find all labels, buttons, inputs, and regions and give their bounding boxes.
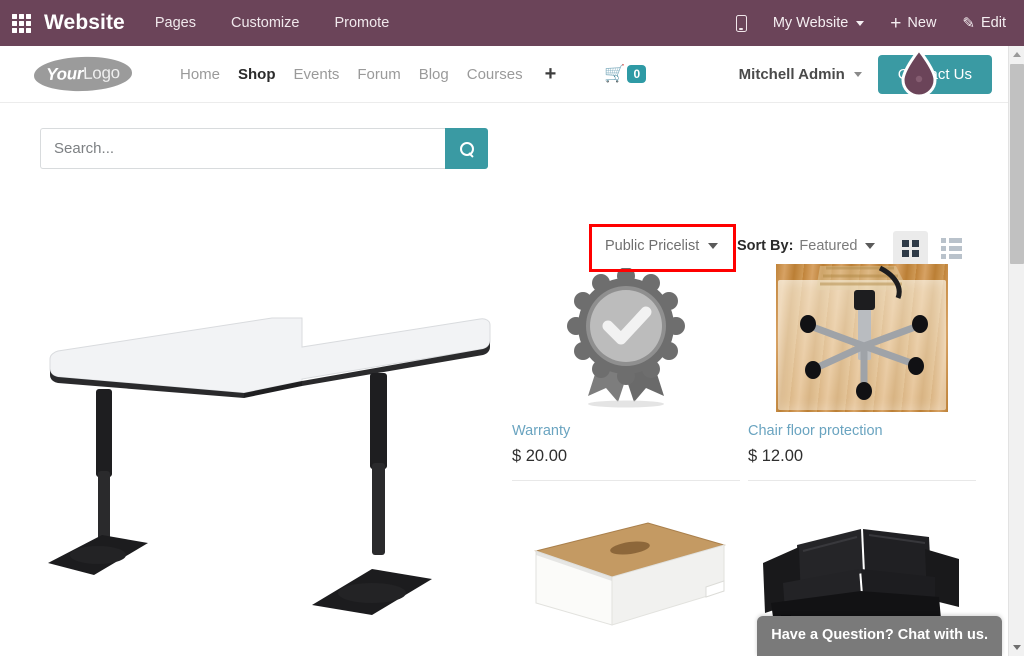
product-image-cable-management-box (512, 499, 740, 649)
pencil-icon: ✎ (962, 15, 975, 32)
magnifier-icon (460, 142, 474, 156)
shop-page-content: Public Pricelist Sort By: Featured (0, 103, 1008, 656)
odoo-top-bar: Website Pages Customize Promote My Websi… (0, 0, 1024, 46)
logo-text-light: Logo (82, 63, 120, 83)
my-website-dropdown[interactable]: My Website (772, 15, 865, 31)
nav-item-home[interactable]: Home (180, 66, 220, 83)
user-name-label: Mitchell Admin (738, 65, 845, 83)
odoo-right-actions: My Website + New ✎ Edit (735, 14, 1024, 33)
view-mode-toggles (893, 231, 969, 266)
website-header: YourLogo Home Shop Events Forum Blog Cou… (0, 46, 1008, 103)
scroll-down-arrow-icon[interactable] (1009, 639, 1024, 656)
product-image-chair-floor-protection (748, 263, 976, 413)
header-divider (0, 102, 1008, 103)
nav-item-blog[interactable]: Blog (419, 66, 449, 83)
product-card[interactable]: Warranty $ 20.00 (512, 263, 740, 482)
chevron-down-icon (853, 71, 862, 77)
search-submit-button[interactable] (445, 128, 488, 169)
edit-button[interactable]: ✎ Edit (962, 14, 1006, 32)
mobile-phone-icon (735, 14, 747, 32)
contact-us-button[interactable]: Contact Us (877, 54, 992, 94)
product-price: $ 12.00 (748, 447, 804, 466)
nav-item-courses[interactable]: Courses (467, 66, 523, 83)
product-card[interactable]: Customizable Desk $ 750.00 (40, 263, 492, 656)
shop-toolbar (0, 103, 1008, 175)
list-view-button[interactable] (934, 231, 969, 266)
scroll-up-arrow-icon[interactable] (1009, 46, 1024, 63)
cart-count-badge: 0 (627, 64, 647, 84)
pricelist-label: Public Pricelist (605, 238, 700, 254)
search-box (40, 128, 488, 169)
browser-viewport: Website Pages Customize Promote My Websi… (0, 0, 1024, 656)
odoo-menu: Pages Customize Promote (155, 15, 389, 31)
product-image-warranty (512, 263, 740, 413)
chevron-down-icon (865, 243, 876, 249)
cart-button[interactable]: 🛒 0 (604, 64, 647, 84)
grid-view-button[interactable] (893, 231, 928, 266)
product-name[interactable]: Warranty (512, 421, 740, 441)
product-meta: Warranty $ 20.00 (512, 421, 740, 482)
apps-grid-icon[interactable] (10, 12, 32, 34)
live-chat-button[interactable]: Have a Question? Chat with us. (757, 616, 1002, 656)
product-name[interactable]: Chair floor protection (748, 421, 976, 441)
header-right: Mitchell Admin Contact Us (739, 54, 1008, 94)
new-label: New (907, 15, 937, 31)
pricelist-dropdown[interactable]: Public Pricelist (605, 238, 719, 254)
app-title: Website (44, 11, 125, 34)
site-navigation: Home Shop Events Forum Blog Courses + 🛒 … (180, 63, 647, 86)
product-meta: Chair floor protection $ 12.00 (748, 421, 976, 482)
sort-by-label: Sort By: (737, 238, 794, 254)
new-button[interactable]: + New (890, 14, 936, 33)
scrollbar-thumb[interactable] (1010, 64, 1024, 264)
vertical-scrollbar[interactable] (1008, 46, 1024, 656)
product-divider (748, 480, 976, 482)
plus-icon: + (890, 12, 902, 34)
chevron-down-icon (856, 20, 865, 26)
site-logo[interactable]: YourLogo (33, 55, 133, 93)
menu-promote[interactable]: Promote (334, 15, 389, 31)
menu-pages[interactable]: Pages (155, 15, 196, 31)
chevron-down-icon (708, 243, 719, 249)
logo-text-bold: Your (45, 63, 84, 84)
nav-item-shop[interactable]: Shop (238, 66, 276, 83)
sort-by-value: Featured (799, 238, 858, 254)
product-image-customizable-desk (40, 263, 492, 650)
warranty-badge-checkmark-icon (567, 268, 685, 408)
menu-customize[interactable]: Customize (231, 15, 300, 31)
my-website-label: My Website (772, 15, 849, 31)
grid-view-icon (902, 240, 919, 257)
product-divider (512, 480, 740, 482)
edit-label: Edit (981, 15, 1006, 31)
add-page-plus-icon[interactable]: + (545, 63, 557, 86)
shopping-cart-icon: 🛒 (604, 64, 626, 84)
search-input[interactable] (40, 128, 445, 169)
list-view-icon (941, 238, 962, 259)
product-card[interactable]: Cable Management Box $ 100.00 (512, 499, 740, 656)
product-price: $ 20.00 (512, 447, 568, 466)
sort-by-dropdown[interactable]: Sort By: Featured (737, 238, 876, 254)
nav-item-events[interactable]: Events (294, 66, 340, 83)
nav-item-forum[interactable]: Forum (357, 66, 400, 83)
mobile-preview-button[interactable] (735, 14, 747, 32)
user-menu[interactable]: Mitchell Admin (739, 66, 862, 83)
product-card[interactable]: Chair floor protection $ 12.00 (748, 263, 976, 482)
